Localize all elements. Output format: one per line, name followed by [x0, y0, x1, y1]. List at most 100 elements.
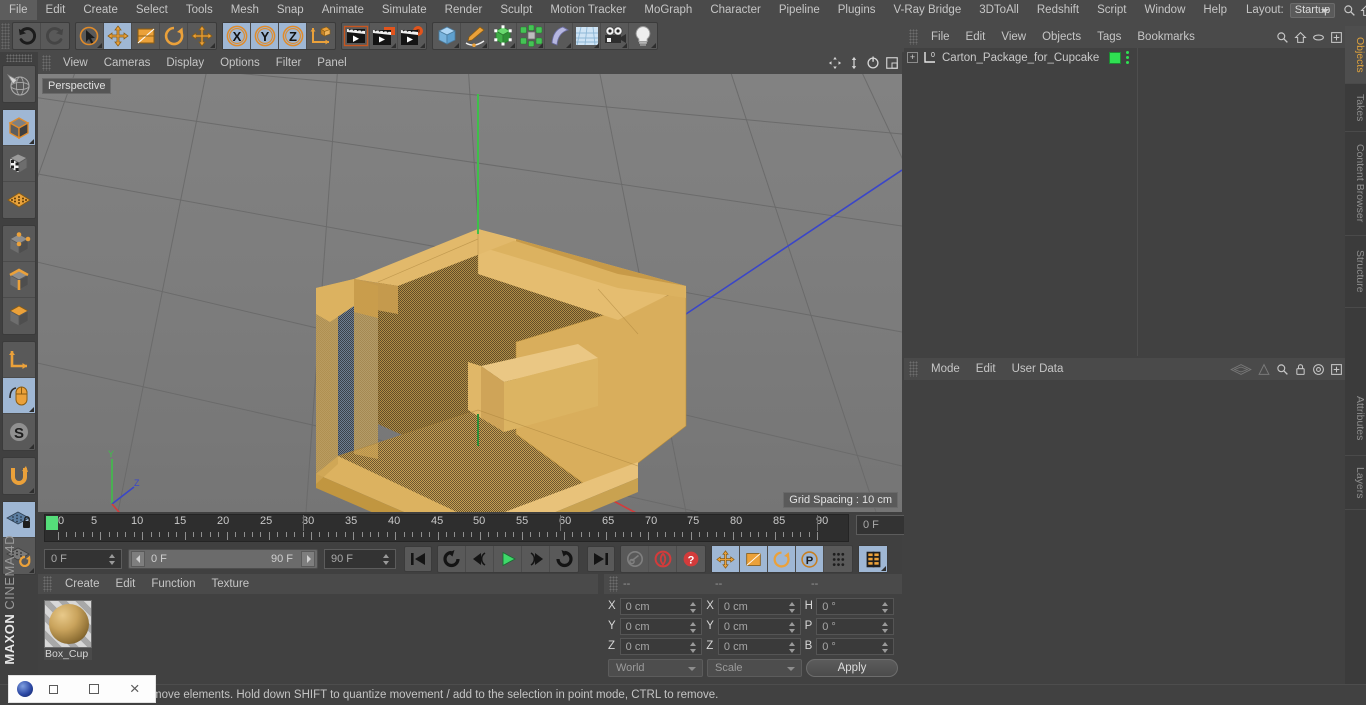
start-frame-field[interactable]: 0 F	[44, 549, 122, 569]
go-to-end-button[interactable]	[587, 546, 615, 572]
coord-field-y-position[interactable]: 0 cm	[619, 617, 703, 635]
search-icon[interactable]	[1276, 363, 1289, 376]
search-icon[interactable]	[1343, 4, 1356, 17]
tab-layers[interactable]: Layers	[1345, 456, 1366, 510]
record-active-objects-button[interactable]	[621, 546, 649, 572]
coord-field-x-size[interactable]: 0 cm	[717, 597, 801, 615]
timeline-range-bar[interactable]: 0 F 90 F	[128, 549, 318, 569]
tab-objects[interactable]: Objects	[1345, 26, 1366, 84]
rotation-key-button[interactable]	[768, 546, 796, 572]
material-menu-texture[interactable]: Texture	[203, 574, 257, 594]
scale-tool-button[interactable]	[132, 23, 160, 49]
attribute-menu-mode[interactable]: Mode	[923, 358, 968, 380]
camera-button[interactable]	[601, 23, 629, 49]
menu-item-file[interactable]: File	[0, 0, 37, 20]
attribute-manager-grip[interactable]	[909, 361, 918, 377]
enable-axis-modification-button[interactable]	[3, 342, 35, 378]
menu-item-motion-tracker[interactable]: Motion Tracker	[541, 0, 635, 20]
axis-y-button[interactable]: Y	[251, 23, 279, 49]
render-view-button[interactable]	[342, 23, 370, 49]
coord-field-y-size[interactable]: 0 cm	[717, 617, 801, 635]
menu-item-mograph[interactable]: MoGraph	[635, 0, 701, 20]
tab-structure[interactable]: Structure	[1345, 236, 1366, 308]
object-tree[interactable]: + 0 Carton_Package_for_Cupcake	[904, 48, 1345, 356]
workplane-mode-button[interactable]	[3, 182, 35, 218]
menu-item-help[interactable]: Help	[1194, 0, 1236, 20]
viewport-menu-options[interactable]: Options	[212, 52, 268, 74]
object-menu-file[interactable]: File	[923, 26, 958, 48]
step-forward-button[interactable]	[522, 546, 550, 572]
nurbs-generator-button[interactable]	[489, 23, 517, 49]
menu-item-render[interactable]: Render	[436, 0, 492, 20]
menu-item-pipeline[interactable]: Pipeline	[770, 0, 829, 20]
coord-field-h-rotation[interactable]: 0 °	[816, 597, 894, 615]
add-panel-icon[interactable]	[1330, 363, 1343, 376]
texture-mode-button[interactable]	[3, 146, 35, 182]
timeline-ruler[interactable]: 0 5 10 15 20 25 30 35 40 45 50 55 60 65 …	[44, 514, 849, 542]
menu-item-snap[interactable]: Snap	[268, 0, 313, 20]
material-item[interactable]: Box_Cup	[44, 600, 94, 660]
menu-item-redshift[interactable]: Redshift	[1028, 0, 1088, 20]
apply-button[interactable]: Apply	[806, 659, 898, 677]
move-alt-button[interactable]	[188, 23, 216, 49]
spinner-icon[interactable]	[383, 554, 390, 565]
attribute-menu-user-data[interactable]: User Data	[1004, 358, 1072, 380]
home-icon[interactable]	[1360, 4, 1366, 17]
layout-select[interactable]: Startup	[1289, 2, 1336, 18]
viewport-canvas[interactable]: Perspective Grid Spacing : 10 cm Y Z	[38, 74, 902, 512]
workplane-lock-button[interactable]	[3, 502, 35, 538]
viewport-menu-panel[interactable]: Panel	[309, 52, 354, 74]
menu-item-tools[interactable]: Tools	[177, 0, 222, 20]
menu-item-animate[interactable]: Animate	[313, 0, 373, 20]
edge-mode-button[interactable]	[3, 262, 35, 298]
step-back-button[interactable]	[466, 546, 494, 572]
menu-item-sculpt[interactable]: Sculpt	[491, 0, 541, 20]
material-menu-function[interactable]: Function	[143, 574, 203, 594]
material-tag-icon[interactable]	[1109, 51, 1122, 64]
tab-takes[interactable]: Takes	[1345, 84, 1366, 132]
move-tool-button[interactable]	[104, 23, 132, 49]
deformer-bend-button[interactable]	[545, 23, 573, 49]
left-toolbar-grip[interactable]	[6, 54, 32, 62]
viewport-menu-cameras[interactable]: Cameras	[96, 52, 159, 74]
menu-item-script[interactable]: Script	[1088, 0, 1135, 20]
material-list[interactable]: Box_Cup	[38, 594, 598, 684]
timeline-view-button[interactable]	[859, 546, 887, 572]
menu-item-plugins[interactable]: Plugins	[829, 0, 885, 20]
viewport-menu-display[interactable]: Display	[158, 52, 212, 74]
search-icon[interactable]	[1276, 31, 1289, 44]
timeline-playhead[interactable]	[46, 516, 58, 530]
padlock-icon[interactable]	[1294, 363, 1307, 376]
viewport-menu-filter[interactable]: Filter	[268, 52, 310, 74]
rotate-viewport-button[interactable]	[864, 54, 881, 72]
model-mode-button[interactable]	[3, 110, 35, 146]
menu-item-mesh[interactable]: Mesh	[222, 0, 268, 20]
end-frame-field[interactable]: 90 F	[324, 549, 396, 569]
play-back-loop-button[interactable]	[438, 546, 466, 572]
tab-content-browser[interactable]: Content Browser	[1345, 132, 1366, 236]
maximize-viewport-button[interactable]	[883, 54, 900, 72]
spinner-icon[interactable]	[788, 641, 796, 653]
viewport-grip[interactable]	[42, 55, 51, 71]
lock-attributes-icon[interactable]	[1257, 363, 1271, 376]
polygon-mode-button[interactable]	[3, 298, 35, 334]
cube-primitive-button[interactable]	[433, 23, 461, 49]
tab-attributes[interactable]: Attributes	[1345, 382, 1366, 456]
param-key-button[interactable]: P	[796, 546, 824, 572]
position-key-button[interactable]	[712, 546, 740, 572]
coordinate-mode-select[interactable]: Scale	[707, 659, 802, 677]
object-menu-view[interactable]: View	[993, 26, 1034, 48]
toolbar-grip[interactable]	[1, 23, 10, 49]
object-menu-objects[interactable]: Objects	[1034, 26, 1089, 48]
snap-enable-button[interactable]: S	[3, 414, 35, 450]
menu-item-3dtoall[interactable]: 3DToAll	[970, 0, 1028, 20]
minimize-window-button[interactable]	[74, 682, 115, 697]
coord-field-x-position[interactable]: 0 cm	[619, 597, 703, 615]
viewport-menu-view[interactable]: View	[55, 52, 96, 74]
axis-x-button[interactable]: X	[223, 23, 251, 49]
spinner-icon[interactable]	[882, 601, 889, 613]
play-forward-button[interactable]	[494, 546, 522, 572]
pan-viewport-button[interactable]	[826, 54, 843, 72]
attribute-menu-edit[interactable]: Edit	[968, 358, 1004, 380]
undo-button[interactable]	[13, 23, 41, 49]
